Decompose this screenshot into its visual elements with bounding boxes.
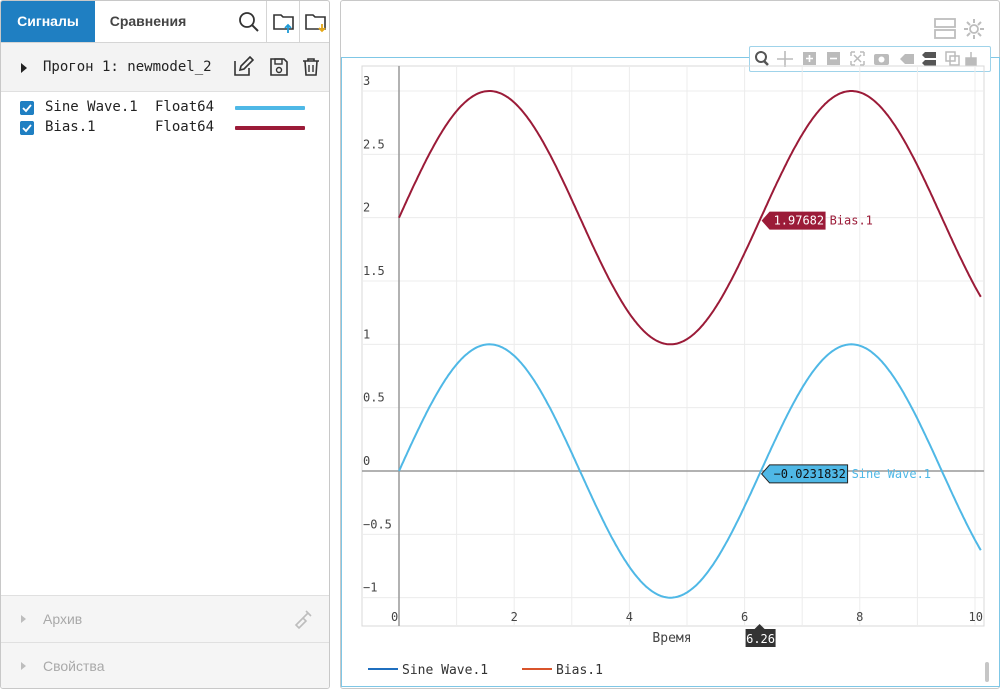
x-axis-label: Время xyxy=(652,631,691,646)
y-tick-label: −0.5 xyxy=(363,517,392,531)
axes: 3 2.5 2 1.5 1 0.5 0 −0.5 −1 0 2 4 6 8 10 xyxy=(362,66,984,626)
cursor-value-label: −0.0231832 xyxy=(774,467,846,481)
cursor-x-label: 6.26 xyxy=(746,632,775,646)
y-tick-label: 3 xyxy=(363,74,370,88)
cursor-series-name: Bias.1 xyxy=(830,214,873,228)
y-tick-label: 0.5 xyxy=(363,391,385,405)
y-tick-label: 1.5 xyxy=(363,264,385,278)
y-tick-label: 2 xyxy=(363,201,370,215)
x-tick-label: 6 xyxy=(741,610,748,624)
x-tick-label: 10 xyxy=(969,610,983,624)
plot-area xyxy=(361,65,985,627)
cursor-series-name: Sine Wave.1 xyxy=(852,467,931,481)
x-tick-label: 2 xyxy=(511,610,518,624)
legend: Sine Wave.1 Bias.1 xyxy=(368,663,603,678)
cursor-value-label: 1.97682 xyxy=(774,214,825,228)
legend-label: Bias.1 xyxy=(556,663,603,678)
y-tick-label: 2.5 xyxy=(363,137,385,151)
chart[interactable]: 3 2.5 2 1.5 1 0.5 0 −0.5 −1 0 2 4 6 8 10 6.26 −0.023183… xyxy=(0,0,1001,690)
x-tick-label: 8 xyxy=(856,610,863,624)
legend-label: Sine Wave.1 xyxy=(402,663,488,678)
scrollbar[interactable] xyxy=(985,662,989,682)
y-tick-label: 0 xyxy=(363,454,370,468)
x-tick-label: 0 xyxy=(391,610,398,624)
x-tick-label: 4 xyxy=(626,610,633,624)
y-tick-label: −1 xyxy=(363,581,377,595)
y-tick-label: 1 xyxy=(363,327,370,341)
grid xyxy=(361,65,985,627)
cursor-group[interactable]: 6.26 −0.0231832 Sine Wave.1 1.97682 Bias.1 xyxy=(745,211,931,647)
